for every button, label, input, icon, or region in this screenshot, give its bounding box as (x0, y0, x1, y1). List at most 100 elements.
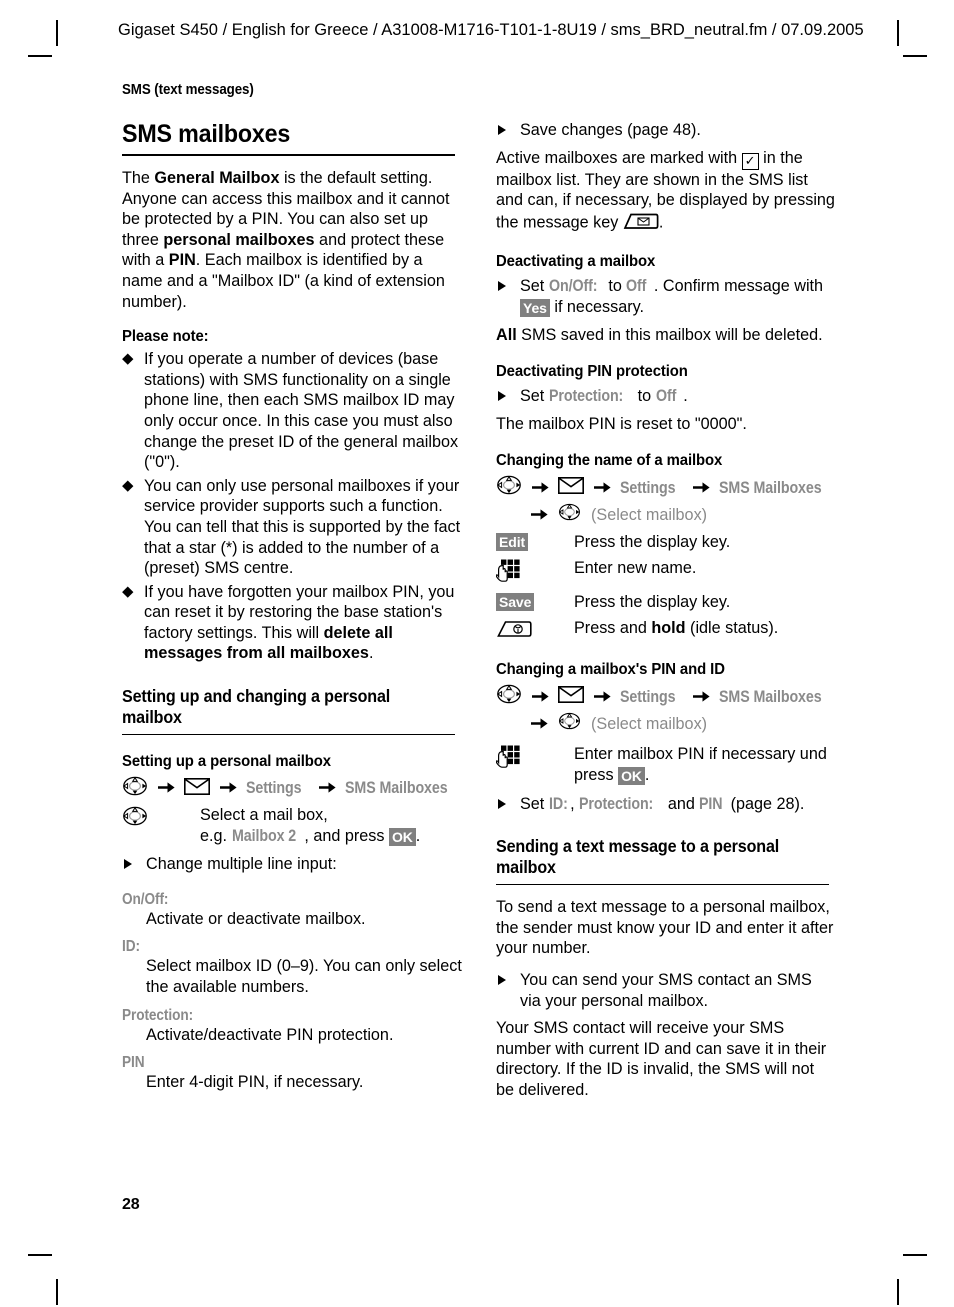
diamond-bullet-icon (122, 353, 134, 365)
set-d: (page 28). (726, 794, 805, 813)
diamond-bullet-icon (122, 480, 134, 491)
navigation-key-icon[interactable] (496, 475, 522, 501)
select-mailbox-label: (Select mailbox) (591, 714, 708, 733)
definition-term-onoff: On/Off: (122, 890, 169, 908)
navigation-key-icon[interactable] (558, 503, 581, 527)
step-description: Enter mailbox PIN if necessary und press… (574, 744, 836, 785)
menu-item-protection[interactable]: Protection: (579, 794, 653, 815)
keypad-icon[interactable] (495, 559, 520, 587)
menu-value-off[interactable]: Off (656, 386, 676, 407)
step-description: Press and hold (idle status). (574, 618, 778, 639)
edit-softkey[interactable]: Edit (496, 533, 529, 552)
step-c: . Confirm message with (649, 277, 824, 296)
menu-item-mailbox-2[interactable]: Mailbox 2 (232, 826, 296, 847)
note-text-c: . (368, 644, 374, 663)
deactivate-pin-steps: Set Protection: to Off . (496, 386, 836, 407)
crop-mark-bottom-left-h (28, 1254, 52, 1256)
ok-softkey[interactable]: OK (388, 827, 416, 846)
desc-c: (idle status). (685, 619, 779, 638)
chapter-marker: SMS (text messages) (122, 82, 254, 98)
menu-item-sms-mailboxes[interactable]: SMS Mailboxes (719, 686, 822, 708)
intro-a: The (122, 169, 155, 187)
desc-b: hold (651, 619, 686, 638)
definition-list: On/Off: Activate or deactivate mailbox. … (122, 882, 462, 1093)
step-a: Set (520, 387, 549, 406)
menu-item-settings[interactable]: Settings (246, 777, 302, 799)
menu-item-pin[interactable]: PIN (699, 794, 723, 815)
menu-item-sms-mailboxes[interactable]: SMS Mailboxes (719, 477, 822, 499)
step-row-save: Save Press the display key. (496, 592, 836, 613)
list-item: If you operate a number of devices (base… (122, 349, 462, 473)
arrow-right-icon (593, 478, 611, 500)
save-changes-steps: Save changes (page 48). (496, 120, 836, 141)
ok-softkey[interactable]: OK (618, 766, 645, 785)
menu-item-onoff[interactable]: On/Off: (549, 276, 598, 297)
navigation-key-icon[interactable] (122, 776, 148, 802)
navigation-key-icon[interactable] (496, 684, 522, 710)
step-a: Set (520, 277, 549, 296)
list-item: Set Protection: to Off . (496, 386, 836, 407)
yes-softkey[interactable]: Yes (520, 298, 550, 317)
triangle-bullet-icon (498, 974, 506, 985)
envelope-icon[interactable] (558, 685, 584, 709)
key-cell (122, 805, 200, 831)
keypad-icon[interactable] (495, 745, 520, 773)
arrow-right-icon (157, 778, 175, 800)
end-call-key-icon[interactable] (496, 619, 532, 643)
save-softkey[interactable]: Save (496, 593, 535, 612)
section-heading-sending: Sending a text message to a personal mai… (496, 836, 780, 878)
arrow-right-icon (531, 505, 548, 527)
step-description: Select a mail box, e.g. Mailbox 2 , and p… (200, 805, 420, 846)
note-text-a: If you have forgotten your mailbox PIN, … (144, 582, 455, 642)
active-c: . (658, 213, 664, 232)
triangle-bullet-icon (498, 391, 506, 402)
note-text: If you operate a number of devices (base… (144, 350, 459, 472)
menu-item-settings[interactable]: Settings (620, 477, 676, 499)
triangle-bullet-icon (498, 125, 506, 135)
list-item: Set ID:, Protection: and PIN (page 28). (496, 794, 836, 815)
step-row-enter-name: Enter new name. (495, 558, 836, 587)
key-cell: Save (496, 592, 574, 613)
set-a: Set (520, 794, 549, 813)
note-text: You can only use personal mailboxes if y… (144, 476, 461, 578)
step-row-end-call: Press and hold (idle status). (496, 618, 836, 643)
definition-term-id: ID: (122, 938, 140, 956)
intro-b: General Mailbox (154, 169, 280, 187)
set-b: , (570, 794, 580, 813)
step-row-enter-pin: Enter mailbox PIN if necessary und press… (495, 744, 836, 785)
select-line2-a: e.g. (200, 826, 232, 845)
note-rest: SMS saved in this mailbox will be delete… (516, 325, 823, 344)
change-input-steps: Change multiple line input: (122, 854, 462, 875)
navigation-key-icon[interactable] (558, 712, 581, 736)
menu-item-settings[interactable]: Settings (620, 686, 676, 708)
running-header: Gigaset S450 / English for Greece / A310… (118, 21, 864, 39)
key-cell (496, 618, 574, 643)
active-mailboxes-paragraph: Active mailboxes are marked with ✓ in th… (496, 148, 836, 236)
crop-mark-top-right-h (903, 55, 927, 57)
message-key-icon[interactable] (623, 211, 659, 236)
step-row-edit: Edit Press the display key. (496, 532, 836, 553)
arrow-right-icon (531, 714, 548, 736)
list-item: Change multiple line input: (122, 854, 462, 875)
select-mailbox-step: Select a mail box, e.g. Mailbox 2 , and p… (122, 805, 462, 846)
envelope-icon[interactable] (558, 476, 584, 500)
section-heading-setting-up: Setting up and changing a personal mailb… (122, 686, 391, 728)
menu-path: Settings SMS Mailboxes (122, 776, 462, 802)
menu-path-changing-pin-id: Settings SMS Mailboxes (496, 684, 836, 710)
envelope-icon[interactable] (184, 777, 210, 801)
menu-item-sms-mailboxes[interactable]: SMS Mailboxes (345, 777, 448, 799)
desc-a: Press and (574, 619, 652, 638)
heading-deactivating-mailbox: Deactivating a mailbox (496, 253, 656, 271)
triangle-bullet-icon (498, 281, 506, 292)
select-line2-b: , and press (304, 826, 389, 845)
step-description: Press the display key. (574, 533, 731, 552)
heading-changing-name: Changing the name of a mailbox (496, 452, 723, 470)
menu-item-id[interactable]: ID: (549, 794, 568, 815)
arrow-right-icon (318, 778, 336, 800)
menu-value-off[interactable]: Off (626, 276, 646, 297)
menu-item-protection[interactable]: Protection: (549, 386, 623, 407)
definition-desc-pin: Enter 4-digit PIN, if necessary. (146, 1073, 364, 1092)
section-rule (496, 884, 829, 886)
step-text: Change multiple line input: (146, 855, 337, 874)
navigation-key-icon[interactable] (122, 806, 148, 831)
